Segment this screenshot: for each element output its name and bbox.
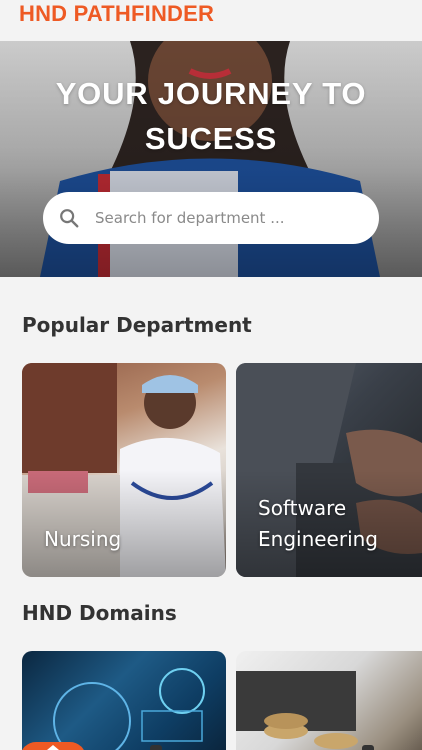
hnd-domains-heading: HND Domains xyxy=(22,601,177,625)
search-bar[interactable] xyxy=(43,192,379,244)
hero-title: YOUR JOURNEY TO SUCESS xyxy=(0,71,422,161)
nav-home-button[interactable] xyxy=(20,742,86,750)
department-card-software-engineering[interactable]: Software Engineering xyxy=(236,363,422,577)
search-icon xyxy=(60,209,79,228)
app-screen: HND PATHFINDER YOUR JOURNEY TO SUCESS Po… xyxy=(0,0,422,750)
app-logo-text: HND PATHFINDER xyxy=(19,1,215,26)
software-label-line-2: Engineering xyxy=(258,527,378,551)
hero-title-line-1: YOUR JOURNEY TO xyxy=(55,76,367,111)
domain-1-photo xyxy=(53,668,205,750)
home-icon xyxy=(47,745,59,750)
popular-department-heading: Popular Department xyxy=(22,313,252,337)
nursing-label: Nursing xyxy=(44,527,122,551)
bottom-navigation xyxy=(0,742,422,750)
domain-card-2[interactable] xyxy=(236,651,422,750)
nav-item-2[interactable] xyxy=(150,745,162,750)
hero-banner: YOUR JOURNEY TO SUCESS xyxy=(0,41,422,277)
domain-card-1[interactable] xyxy=(22,651,226,750)
top-bar: HND PATHFINDER xyxy=(0,0,422,41)
nav-item-3[interactable] xyxy=(362,745,374,750)
department-card-nursing[interactable]: Nursing xyxy=(22,363,226,577)
software-label-line-1: Software xyxy=(258,496,347,520)
search-input[interactable] xyxy=(95,192,365,244)
hero-title-line-2: SUCESS xyxy=(144,121,278,156)
domain-2-photo xyxy=(236,671,358,749)
software-label: Software Engineering xyxy=(258,493,378,555)
